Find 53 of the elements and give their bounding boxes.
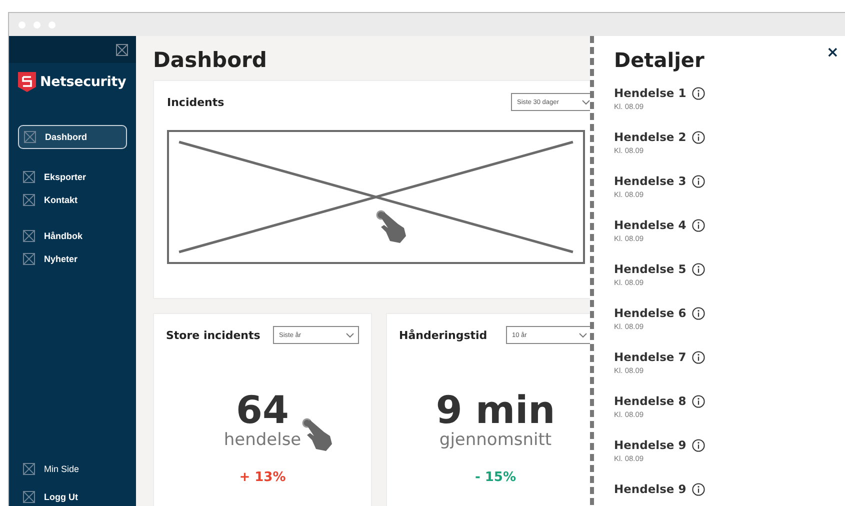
brand-name: Netsecurity [40,74,126,90]
nav-item[interactable]: Kontakt [9,192,136,208]
placeholder-icon [23,491,35,503]
nav-item[interactable]: Min Side [9,461,136,477]
chevron-down-icon [582,100,590,104]
placeholder-icon [23,253,35,265]
stat-value: 9 min [436,390,556,430]
event-title: Hendelse 7 [614,350,686,364]
info-icon[interactable] [692,174,706,188]
placeholder-icon [23,230,35,242]
info-icon[interactable] [692,350,706,364]
info-icon[interactable] [692,438,706,452]
collapse-icon[interactable] [116,44,128,56]
card-title: Incidents [167,96,224,108]
page-title: Dashbord [153,48,268,72]
stat-unit: gjennomsnitt [439,430,552,450]
chevron-down-icon [346,332,354,338]
event-title: Hendelse 3 [614,174,686,188]
event-title: Hendelse 9 [614,438,686,452]
info-icon[interactable] [692,482,706,496]
nav-item[interactable]: Håndbok [9,228,136,244]
placeholder-icon [24,131,36,143]
card-title: Store incidents [166,328,260,342]
event-title: Hendelse 2 [614,130,686,144]
nav-item[interactable]: Dashbord [18,125,127,149]
stat-value: 64 [236,390,289,430]
stat-change: - 15% [474,470,518,485]
event-title: Hendelse 4 [614,218,686,232]
event-title: Hendelse 8 [614,394,686,408]
info-icon[interactable] [692,394,706,408]
info-icon[interactable] [692,262,706,276]
info-icon[interactable] [692,218,706,232]
info-icon[interactable] [692,86,706,100]
info-icon[interactable] [692,130,706,144]
card-title: Hånderingstid [399,328,488,342]
shield-logo-icon [18,72,36,92]
placeholder-icon [23,463,35,475]
placeholder-icon [23,171,35,183]
event-title: Hendelse 9 [614,482,686,496]
nav-item[interactable]: Logg Ut [9,489,136,505]
hand-cursor-icon [376,210,408,244]
placeholder-icon [23,194,35,206]
stat-change: + 13% [238,470,287,485]
panel-title: Detaljer [614,48,704,72]
chevron-down-icon [579,332,587,338]
nav-item[interactable]: Eksporter [9,169,136,185]
close-button[interactable]: × [824,44,841,60]
event-title: Hendelse 1 [614,86,686,100]
stat-unit: hendelse [224,430,302,450]
nav-item[interactable]: Nyheter [9,251,136,267]
event-title: Hendelse 6 [614,306,686,320]
event-title: Hendelse 5 [614,262,686,276]
info-icon[interactable] [692,306,706,320]
